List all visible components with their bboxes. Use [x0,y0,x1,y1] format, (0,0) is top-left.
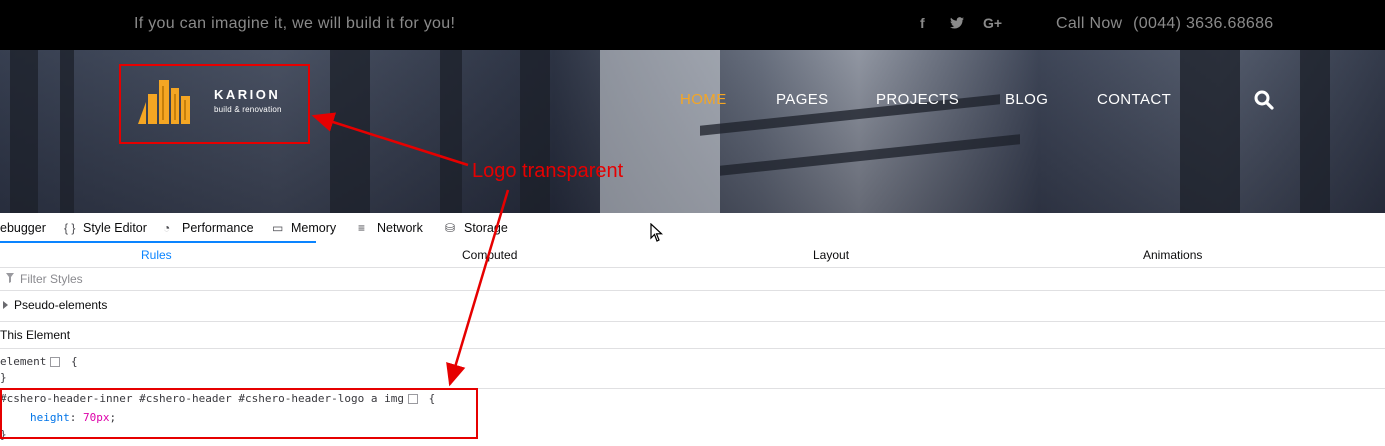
gauge-icon: ◔ [163,221,171,235]
pseudo-elements-toggle[interactable]: Pseudo-elements [0,298,107,312]
tab-performance[interactable]: ◔ Performance [163,221,254,235]
filter-styles-input[interactable]: Filter Styles [0,268,1385,291]
call-now: Call Now (0044) 3636.68686 [1056,15,1274,33]
google-plus-icon[interactable]: G+ [983,15,1002,31]
tab-storage[interactable]: ⛁ Storage [445,221,508,235]
annotation-label: Logo transparent [472,160,624,182]
call-now-label: Call Now [1056,15,1123,32]
tab-computed[interactable]: Computed [462,248,517,262]
nav-pages[interactable]: PAGES [776,91,829,108]
logo-highlight-box [119,64,310,144]
nav-contact[interactable]: CONTACT [1097,91,1171,108]
nav-home[interactable]: HOME [680,91,727,108]
tab-debugger[interactable]: ebugger [0,221,46,235]
network-icon: ≡ [358,221,366,235]
nav-projects[interactable]: PROJECTS [876,91,959,108]
search-icon[interactable] [1254,90,1274,110]
facebook-icon[interactable]: f [920,15,925,31]
database-icon: ⛁ [445,221,456,235]
element-picker-icon[interactable] [50,357,61,367]
tab-network[interactable]: ≡ Network [358,221,423,235]
tab-memory[interactable]: ▭ Memory [272,221,336,235]
tab-rules[interactable]: Rules [141,248,172,262]
rule-element-close: } [0,371,7,384]
nav-blog[interactable]: BLOG [1005,91,1048,108]
mouse-cursor-icon [650,223,664,242]
phone-number[interactable]: (0044) 3636.68686 [1133,15,1273,32]
top-bar: If you can imagine it, we will build it … [0,0,1385,50]
tab-animations[interactable]: Animations [1143,248,1202,262]
twitter-icon[interactable] [950,16,964,32]
tab-style-editor[interactable]: { } Style Editor [64,221,147,235]
memory-chip-icon: ▭ [272,221,284,235]
filter-placeholder: Filter Styles [20,272,83,286]
devtools-toolbar: ebugger { } Style Editor ◔ Performance ▭ Me… [0,213,1385,244]
tagline: If you can imagine it, we will build it … [134,15,456,32]
css-rule-highlight-box [0,388,478,439]
filter-icon [6,273,14,283]
rule-element: element { [0,355,78,368]
this-element-heading: This Element [0,328,71,342]
expand-triangle-icon [3,301,8,309]
inspector-subtabs: Rules Computed Layout Animations [0,243,1385,268]
braces-icon: { } [64,221,76,235]
tab-layout[interactable]: Layout [813,248,849,262]
